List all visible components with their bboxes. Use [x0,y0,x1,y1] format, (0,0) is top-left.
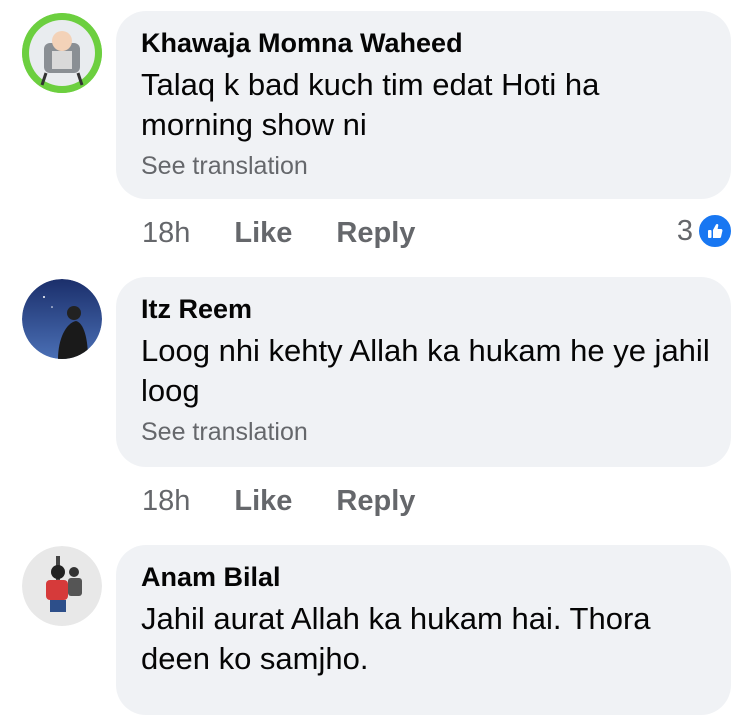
avatar-image [22,13,102,93]
comment-text: Jahil aurat Allah ka hukam hai. Thora de… [141,601,651,676]
see-translation-link[interactable]: See translation [141,149,707,183]
reply-button[interactable]: Reply [336,483,415,519]
avatar[interactable] [22,13,102,93]
comment-author[interactable]: Khawaja Momna Waheed [141,25,707,61]
comment-author[interactable]: Anam Bilal [141,559,707,595]
comment-bubble: Khawaja Momna Waheed Talaq k bad kuch ti… [116,11,731,199]
comment-bubble: Anam Bilal Jahil aurat Allah ka hukam ha… [116,545,731,715]
comment-time[interactable]: 18h [142,483,190,519]
reaction-summary[interactable]: 3 [677,213,733,249]
comment-text: Talaq k bad kuch tim edat Hoti ha mornin… [141,67,600,142]
comment-bubble: Itz Reem Loog nhi kehty Allah ka hukam h… [116,277,731,467]
like-button[interactable]: Like [234,215,292,251]
comment-author[interactable]: Itz Reem [141,291,707,327]
comment-actions: 18h Like Reply [142,215,415,251]
comment-time[interactable]: 18h [142,215,190,251]
see-translation-link[interactable]: See translation [141,415,707,449]
comment-actions: 18h Like Reply [142,483,415,519]
like-button[interactable]: Like [234,483,292,519]
avatar[interactable] [22,546,102,626]
avatar-image [22,279,102,359]
thumbs-up-icon [697,213,733,249]
avatar-image [22,546,102,626]
comment-text: Loog nhi kehty Allah ka hukam he ye jahi… [141,333,710,408]
reaction-count: 3 [676,214,693,247]
reply-button[interactable]: Reply [336,215,415,251]
avatar[interactable] [22,279,102,359]
